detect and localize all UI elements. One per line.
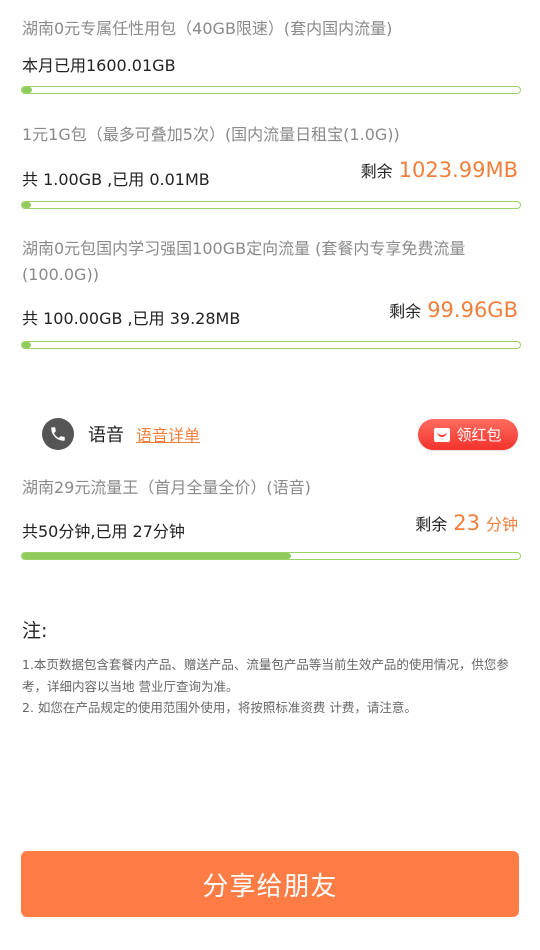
notes-title: 注: [22,620,48,642]
usage-progress-bar [21,86,521,94]
remaining-value: 1023.99MB [398,158,518,182]
remaining-amount: 剩余 23 分钟 [415,511,518,535]
remaining-amount: 剩余 99.96GB [389,298,518,322]
usage-text: 本月已用1600.01GB [22,56,176,75]
usage-progress-fill [22,202,31,208]
usage-progress-fill [22,553,291,559]
remaining-amount: 剩余 1023.99MB [361,158,518,182]
redpacket-icon [434,427,451,442]
phone-icon [42,418,74,450]
usage-text: 共 100.00GB ,已用 39.28MB [22,309,241,328]
voice-label: 语音 [88,425,124,446]
redpacket-label: 领红包 [456,426,502,444]
usage-progress-fill [22,342,31,348]
package-title: 湖南29元流量王（首月全量全价）(语音) [22,478,311,497]
remaining-label: 剩余 [415,515,448,534]
usage-progress-bar [21,201,521,209]
usage-text: 共 1.00GB ,已用 0.01MB [22,170,210,189]
redpacket-button[interactable]: 领红包 [418,419,518,450]
package-title: 1元1G包（最多可叠加5次）(国内流量日租宝(1.0G)) [22,125,400,144]
package-title: 湖南0元专属任性用包（40GB限速）(套内国内流量) [22,19,393,38]
usage-text: 共50分钟,已用 27分钟 [22,522,185,541]
remaining-label: 剩余 [360,162,393,181]
note-line: 1.本页数据包含套餐内产品、赠送产品、流量包产品等当前生效产品的使用情况，供您参… [22,657,509,694]
remaining-value: 23 [453,511,480,535]
usage-progress-bar [21,341,521,349]
package-title: 湖南0元包国内学习强国100GB定向流量 (套餐内专享免费流量(100.0G)) [22,239,466,284]
usage-progress-bar [21,552,521,560]
remaining-value: 99.96GB [427,298,518,322]
usage-progress-fill [22,87,32,93]
share-button[interactable]: 分享给朋友 [21,851,519,917]
voice-section-header: 语音 语音详单 [42,418,200,450]
remaining-label: 剩余 [389,302,422,321]
voice-detail-link[interactable]: 语音详单 [136,422,200,446]
note-line: 2. 如您在产品规定的使用范围外使用，将按照标准资费 计费，请注意。 [22,700,417,715]
remaining-unit: 分钟 [485,515,518,534]
